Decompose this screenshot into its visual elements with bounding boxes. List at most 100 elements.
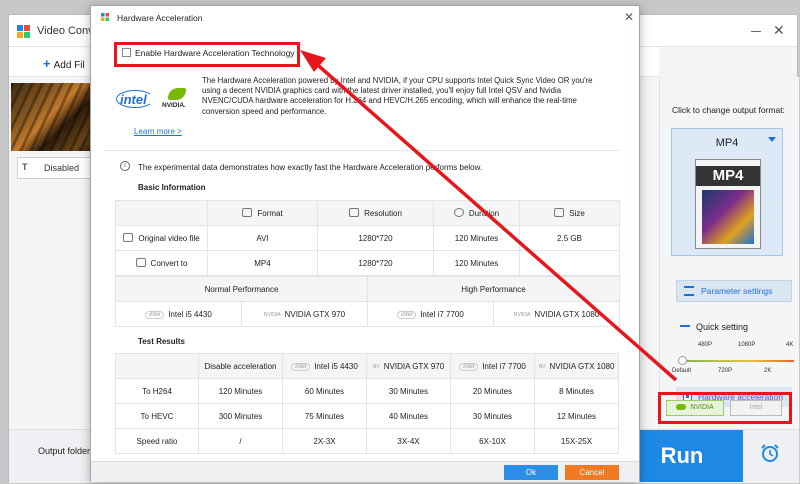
row-label: To HEVC <box>115 403 199 429</box>
basic-information-title: Basic Information <box>138 183 206 192</box>
gtx970-label: NVIDIA GTX 970 <box>284 309 346 319</box>
image-icon <box>554 208 565 217</box>
format-header: Format <box>207 200 318 226</box>
format-header-label: Format <box>257 209 283 218</box>
resolution-cell: 1280*720 <box>317 250 434 276</box>
format-cell: MP4 <box>207 250 318 276</box>
subtitle-icon: T <box>22 162 28 172</box>
ok-button[interactable]: Ok <box>504 465 558 480</box>
nvidia-logo: NVIDIA. <box>162 88 192 109</box>
intro-text: The Hardware Acceleration powered by Int… <box>202 76 593 116</box>
hardware-acceleration-dialog: Hardware Acceleration ✕ Enable Hardware … <box>90 5 640 482</box>
row-label: Convert to <box>150 259 188 268</box>
test-header-cell: NV NVIDIA GTX 970 <box>366 353 451 379</box>
row-label: Speed ratio <box>115 428 199 454</box>
intel-i5-label: Intel i5 4430 <box>168 309 212 319</box>
dialog-body: Enable Hardware Acceleration Technology … <box>92 30 638 460</box>
add-files-button[interactable]: + Add Fil <box>43 56 85 71</box>
nvidia-mini-logo-icon: NV <box>538 363 546 370</box>
nvidia-mini-logo-icon: NVIDIA <box>263 311 281 318</box>
test-header-cell: Disable acceleration <box>198 353 283 379</box>
alarm-clock-icon[interactable] <box>759 442 781 464</box>
quality-tick-4k: 4K <box>786 342 794 348</box>
info-icon: i <box>120 161 130 171</box>
quick-setting-icon <box>680 325 690 329</box>
annotation-highlight-box <box>114 42 300 67</box>
add-files-label: Add Fil <box>53 60 85 71</box>
close-icon[interactable]: ✕ <box>773 22 785 39</box>
resolution-header-label: Resolution <box>364 209 402 218</box>
test-results-title: Test Results <box>138 337 185 346</box>
table-row: To H264 120 Minutes 60 Minutes 30 Minute… <box>115 378 619 404</box>
intel-mini-logo-icon: intel <box>291 362 311 371</box>
subtitle-dropdown[interactable]: T Disabled <box>17 157 101 179</box>
header-empty-cell <box>115 200 208 226</box>
table-row: Speed ratio / 2X-3X 3X-4X 6X-10X 15X-25X <box>115 428 619 454</box>
quality-tick-720p: 720P <box>718 368 733 374</box>
result-cell: 12 Minutes <box>534 403 619 429</box>
hardware-row: intel Intel i5 4430 NVIDIA NVIDIA GTX 970 … <box>115 301 620 327</box>
app-title: Video Conv <box>37 25 94 37</box>
output-format-name: MP4 <box>715 137 739 149</box>
intel-i7-cell: intel Intel i7 7700 <box>367 301 494 327</box>
sliders-icon <box>684 286 694 296</box>
test-header-label: NVIDIA GTX 1080 <box>549 361 615 371</box>
result-cell: / <box>198 428 283 454</box>
intel-i5-cell: intel Intel i5 4430 <box>115 301 242 327</box>
table-row: Convert to MP4 1280*720 120 Minutes <box>115 250 620 276</box>
result-cell: 300 Minutes <box>198 403 283 429</box>
basic-info-header-row: Format Resolution Duration Size <box>115 200 620 226</box>
test-header-cell: NV NVIDIA GTX 1080 <box>534 353 619 379</box>
result-cell: 2X-3X <box>282 428 367 454</box>
duration-header: Duration <box>433 200 520 226</box>
plus-icon: + <box>43 56 51 71</box>
mp4-icon-artwork <box>702 190 754 244</box>
result-cell: 30 Minutes <box>450 403 535 429</box>
result-cell: 15X-25X <box>534 428 619 454</box>
minimize-button[interactable] <box>751 31 761 32</box>
dialog-titlebar: Hardware Acceleration ✕ <box>91 6 639 28</box>
resolution-cell: 1280*720 <box>317 225 434 251</box>
result-cell: 30 Minutes <box>366 378 451 404</box>
resolution-header: Resolution <box>317 200 434 226</box>
dialog-title: Hardware Acceleration <box>117 13 203 23</box>
mp4-icon-label: MP4 <box>696 166 760 186</box>
result-cell: 3X-4X <box>366 428 451 454</box>
output-format-caption: Click to change output format: <box>672 105 785 115</box>
test-results-header-row: Disable acceleration intel Intel i5 4430 … <box>115 353 619 379</box>
video-file-icon <box>123 233 134 242</box>
normal-performance-header: Normal Performance <box>115 276 368 302</box>
experimental-data-note: The experimental data demonstrates how e… <box>138 163 483 172</box>
parameter-settings-button[interactable]: Parameter settings <box>676 280 792 302</box>
output-format-selector[interactable]: MP4 MP4 <box>671 128 783 256</box>
duration-cell: 120 Minutes <box>433 225 520 251</box>
learn-more-link[interactable]: Learn more > <box>134 127 182 136</box>
row-label-cell: Original video file <box>115 225 208 251</box>
output-folder-label: Output folder: <box>38 446 93 456</box>
performance-header-row: Normal Performance High Performance <box>115 276 620 302</box>
test-header-label: Intel i7 7700 <box>482 361 526 371</box>
dialog-close-icon[interactable]: ✕ <box>624 10 634 24</box>
gtx1080-cell: NVIDIA NVIDIA GTX 1080 <box>493 301 620 327</box>
output-panel: Click to change output format: MP4 MP4 P… <box>659 77 799 429</box>
quality-tick-default: Default <box>672 368 692 374</box>
annotation-highlight-box <box>658 392 792 424</box>
clock-icon <box>453 208 464 217</box>
table-row: To HEVC 300 Minutes 75 Minutes 40 Minute… <box>115 403 619 429</box>
duration-header-label: Duration <box>468 209 500 218</box>
row-label: Original video file <box>138 234 200 243</box>
format-cell: AVI <box>207 225 318 251</box>
cancel-button[interactable]: Cancel <box>565 465 619 480</box>
size-header: Size <box>519 200 620 226</box>
quality-slider-handle[interactable] <box>678 356 687 365</box>
quality-slider-track[interactable] <box>682 360 794 362</box>
test-header-label: Intel i5 4430 <box>314 361 358 371</box>
test-header-cell: intel Intel i5 4430 <box>282 353 367 379</box>
row-label-cell: Convert to <box>115 250 208 276</box>
test-header-label: NVIDIA GTX 970 <box>383 361 445 371</box>
result-cell: 40 Minutes <box>366 403 451 429</box>
dialog-footer: Ok Cancel <box>91 461 639 482</box>
result-cell: 8 Minutes <box>534 378 619 404</box>
nvidia-mini-logo-icon: NV <box>372 363 380 370</box>
quality-tick-1080p: 1080P <box>738 342 756 348</box>
